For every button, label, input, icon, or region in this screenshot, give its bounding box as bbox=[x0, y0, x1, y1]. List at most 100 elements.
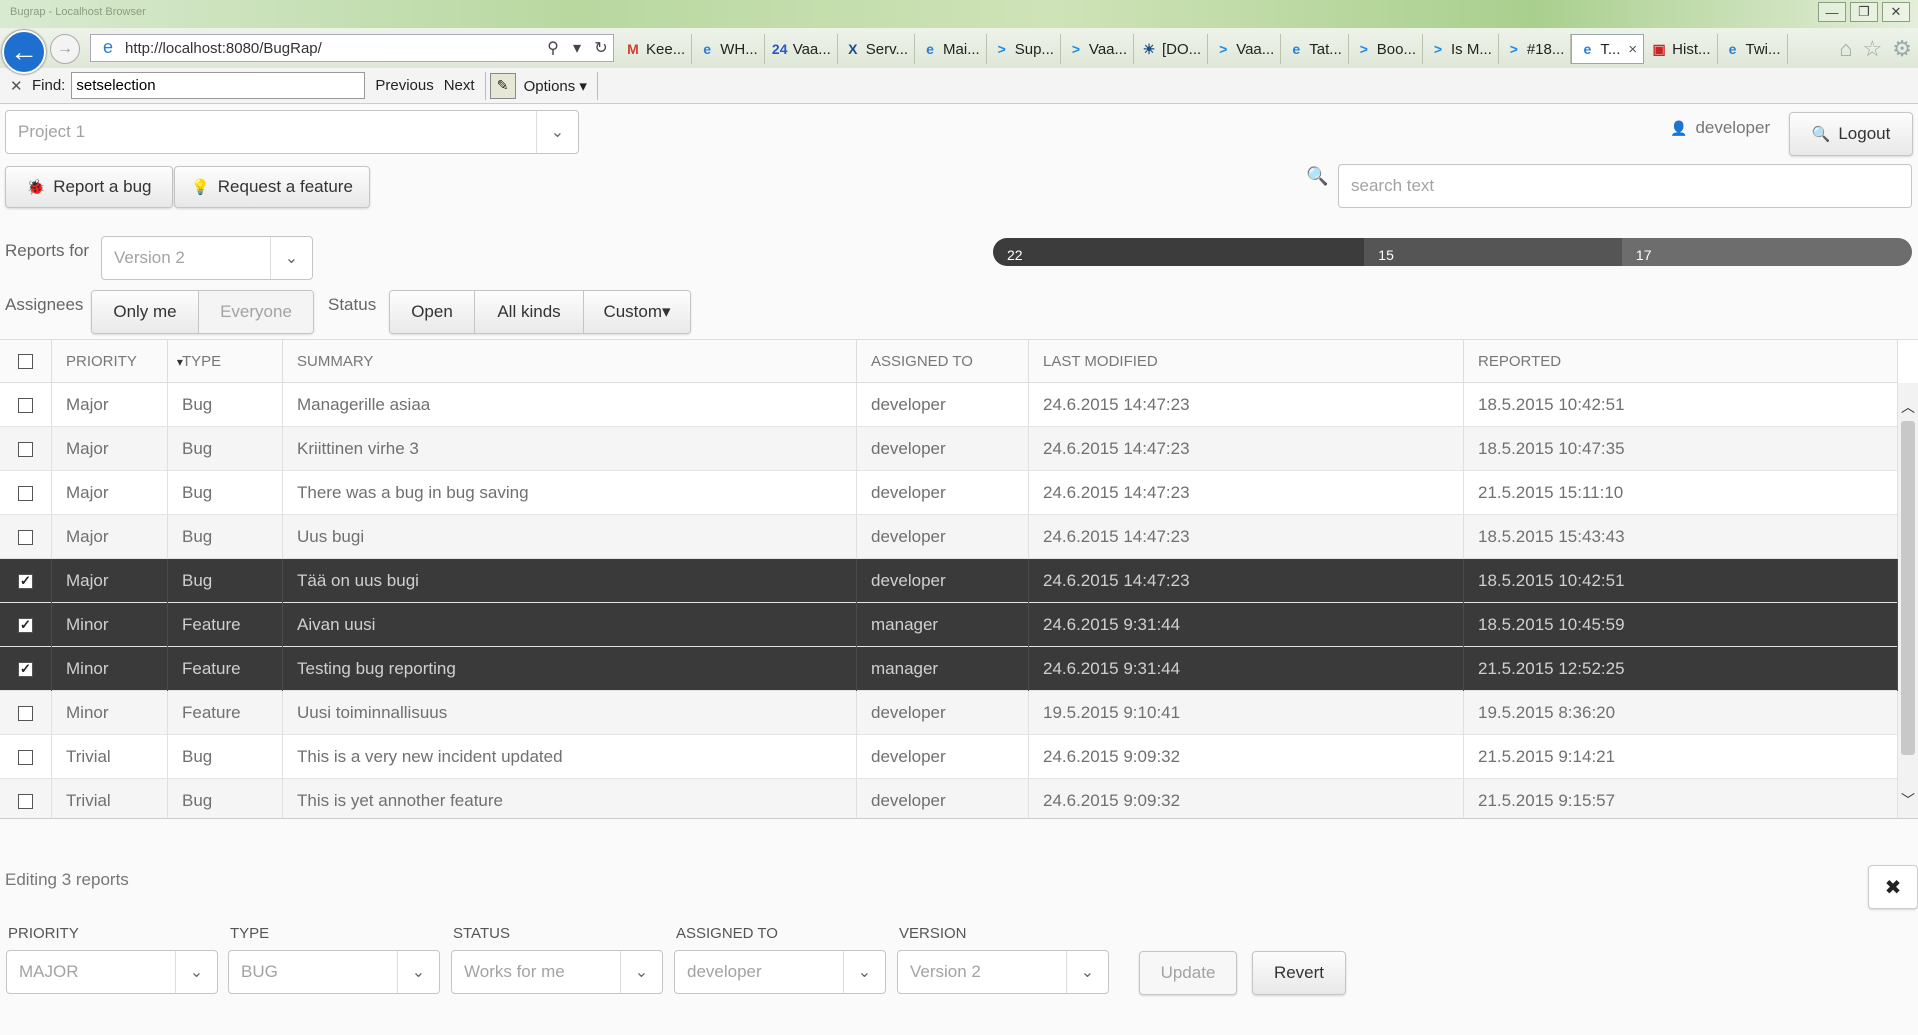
row-checkbox[interactable] bbox=[18, 749, 33, 765]
checkbox[interactable] bbox=[18, 354, 33, 369]
row-checkbox[interactable] bbox=[18, 485, 33, 501]
request-feature-button[interactable]: 💡 Request a feature bbox=[174, 166, 370, 208]
browser-tab[interactable]: > Sup... bbox=[987, 34, 1061, 64]
status-custom[interactable]: Custom▾ bbox=[584, 291, 690, 333]
chevron-down-icon[interactable]: ⌄ bbox=[536, 111, 578, 153]
editor-version-select[interactable]: Version 2 ⌄ bbox=[897, 950, 1109, 994]
find-previous-button[interactable]: Previous bbox=[375, 77, 433, 94]
close-window-button[interactable]: ✕ bbox=[1882, 2, 1910, 22]
status-open[interactable]: Open bbox=[390, 291, 475, 333]
report-bug-button[interactable]: 🐞 Report a bug bbox=[5, 166, 173, 208]
row-select-cell[interactable] bbox=[0, 427, 52, 471]
row-select-cell[interactable] bbox=[0, 383, 52, 427]
browser-tab[interactable]: 24 Vaa... bbox=[765, 34, 838, 64]
row-select-cell[interactable]: ✓ bbox=[0, 559, 52, 603]
logout-button[interactable]: 🔍 Logout bbox=[1789, 112, 1913, 156]
table-row[interactable]: Trivial Bug This is a very new incident up… bbox=[0, 735, 1898, 779]
find-next-button[interactable]: Next bbox=[444, 77, 475, 94]
row-checkbox[interactable] bbox=[18, 705, 33, 721]
version-select[interactable]: Version 2 ⌄ bbox=[101, 236, 313, 280]
assignee-everyone[interactable]: Everyone bbox=[199, 291, 313, 333]
scroll-down-icon[interactable]: ﹀ bbox=[1901, 790, 1915, 810]
table-row[interactable]: Minor Feature Uusi toiminnallisuus develope… bbox=[0, 691, 1898, 735]
browser-tab[interactable]: e Tat... bbox=[1281, 34, 1349, 64]
row-select-cell[interactable] bbox=[0, 691, 52, 735]
row-select-cell[interactable] bbox=[0, 735, 52, 779]
chevron-down-icon[interactable]: ⌄ bbox=[843, 951, 885, 993]
assignee-only-me[interactable]: Only me bbox=[92, 291, 199, 333]
editor-type-select[interactable]: BUG ⌄ bbox=[228, 950, 440, 994]
close-editor-button[interactable]: ✖ bbox=[1868, 865, 1918, 909]
browser-tab[interactable]: > #18... bbox=[1499, 34, 1572, 64]
table-scrollbar[interactable]: ︿ ﹀ bbox=[1898, 383, 1918, 818]
header-select-all[interactable] bbox=[0, 340, 52, 383]
row-checkbox[interactable] bbox=[18, 793, 33, 809]
browser-tab[interactable]: M Kee... bbox=[618, 34, 693, 64]
browser-tab[interactable]: > Boo... bbox=[1349, 34, 1423, 64]
editor-status-select[interactable]: Works for me ⌄ bbox=[451, 950, 663, 994]
editor-assigned-to-select[interactable]: developer ⌄ bbox=[674, 950, 886, 994]
chevron-down-icon[interactable]: ⌄ bbox=[1066, 951, 1108, 993]
row-checkbox[interactable]: ✓ bbox=[18, 617, 33, 633]
header-type[interactable]: TYPE bbox=[168, 340, 283, 383]
header-last-modified[interactable]: LAST MODIFIED bbox=[1029, 340, 1464, 383]
row-select-cell[interactable]: ✓ bbox=[0, 647, 52, 691]
status-all-kinds[interactable]: All kinds bbox=[475, 291, 584, 333]
header-summary[interactable]: SUMMARY bbox=[283, 340, 857, 383]
row-checkbox[interactable] bbox=[18, 441, 33, 457]
browser-tab[interactable]: > Vaa... bbox=[1208, 34, 1282, 64]
search-input[interactable]: search text bbox=[1338, 164, 1912, 208]
forward-button[interactable]: → bbox=[50, 34, 80, 64]
table-row[interactable]: Major Bug Managerille asiaa developer 24.6.2… bbox=[0, 383, 1898, 427]
browser-tab[interactable]: ▣ Hist... bbox=[1644, 34, 1718, 64]
chevron-down-icon[interactable]: ⌄ bbox=[397, 951, 439, 993]
project-select[interactable]: Project 1 ⌄ bbox=[5, 110, 579, 154]
row-checkbox[interactable]: ✓ bbox=[18, 661, 33, 677]
address-bar[interactable]: e http://localhost:8080/BugRap/ ⚲ ▾ ↻ bbox=[90, 34, 614, 62]
header-priority[interactable]: PRIORITY ▾ bbox=[52, 340, 183, 383]
restore-button[interactable]: ❐ bbox=[1850, 2, 1878, 22]
table-row[interactable]: Trivial Bug This is yet annother feature de… bbox=[0, 779, 1898, 818]
browser-tab[interactable]: e T... × bbox=[1571, 34, 1645, 64]
row-checkbox[interactable]: ✓ bbox=[18, 573, 33, 589]
table-row[interactable]: Major Bug There was a bug in bug saving dev… bbox=[0, 471, 1898, 515]
browser-tab[interactable]: > Vaa... bbox=[1061, 34, 1135, 64]
revert-button[interactable]: Revert bbox=[1252, 951, 1346, 995]
scroll-up-icon[interactable]: ︿ bbox=[1901, 397, 1915, 417]
browser-tab[interactable]: ☀ [DO... bbox=[1134, 34, 1209, 64]
minimize-button[interactable]: — bbox=[1818, 2, 1846, 22]
browser-tab[interactable]: > Is M... bbox=[1423, 34, 1499, 64]
table-row[interactable]: ✓ Minor Feature Aivan uusi manager 24.6.2015 … bbox=[0, 603, 1898, 647]
table-row[interactable]: Major Bug Kriittinen virhe 3 developer 24.6.… bbox=[0, 427, 1898, 471]
chevron-down-icon[interactable]: ⌄ bbox=[175, 951, 217, 993]
chevron-down-icon[interactable]: ⌄ bbox=[270, 237, 312, 279]
address-url[interactable]: http://localhost:8080/BugRap/ bbox=[125, 40, 541, 57]
browser-tab[interactable]: e Twi... bbox=[1718, 34, 1788, 64]
browser-tab[interactable]: e WH... bbox=[692, 34, 765, 64]
row-checkbox[interactable] bbox=[18, 397, 33, 413]
editor-priority-select[interactable]: MAJOR ⌄ bbox=[6, 950, 218, 994]
find-input[interactable] bbox=[71, 72, 366, 99]
address-dropdown-icon[interactable]: ▾ bbox=[565, 38, 589, 58]
find-options-button[interactable]: Options ▾ bbox=[524, 77, 587, 95]
row-select-cell[interactable] bbox=[0, 471, 52, 515]
refresh-icon[interactable]: ↻ bbox=[589, 38, 613, 58]
back-button[interactable]: ← bbox=[2, 30, 46, 74]
header-reported[interactable]: REPORTED bbox=[1464, 340, 1898, 383]
row-select-cell[interactable]: ✓ bbox=[0, 603, 52, 647]
update-button[interactable]: Update bbox=[1139, 951, 1237, 995]
chevron-down-icon[interactable]: ⌄ bbox=[620, 951, 662, 993]
table-row[interactable]: Major Bug Uus bugi developer 24.6.2015 14:47… bbox=[0, 515, 1898, 559]
row-select-cell[interactable] bbox=[0, 515, 52, 559]
favorites-star-icon[interactable]: ☆ bbox=[1863, 36, 1883, 62]
search-icon[interactable]: ⚲ bbox=[541, 38, 565, 58]
table-row[interactable]: ✓ Major Bug Tää on uus bugi developer 24.6.20… bbox=[0, 559, 1898, 603]
browser-tab[interactable]: e Mai... bbox=[915, 34, 987, 64]
browser-tab[interactable]: X Serv... bbox=[838, 34, 916, 64]
gear-icon[interactable]: ⚙ bbox=[1892, 36, 1912, 62]
row-checkbox[interactable] bbox=[18, 529, 33, 545]
highlight-pen-icon[interactable]: ✎ bbox=[489, 72, 516, 99]
row-select-cell[interactable] bbox=[0, 779, 52, 818]
home-icon[interactable]: ⌂ bbox=[1839, 36, 1852, 62]
tab-close-icon[interactable]: × bbox=[1628, 41, 1637, 58]
